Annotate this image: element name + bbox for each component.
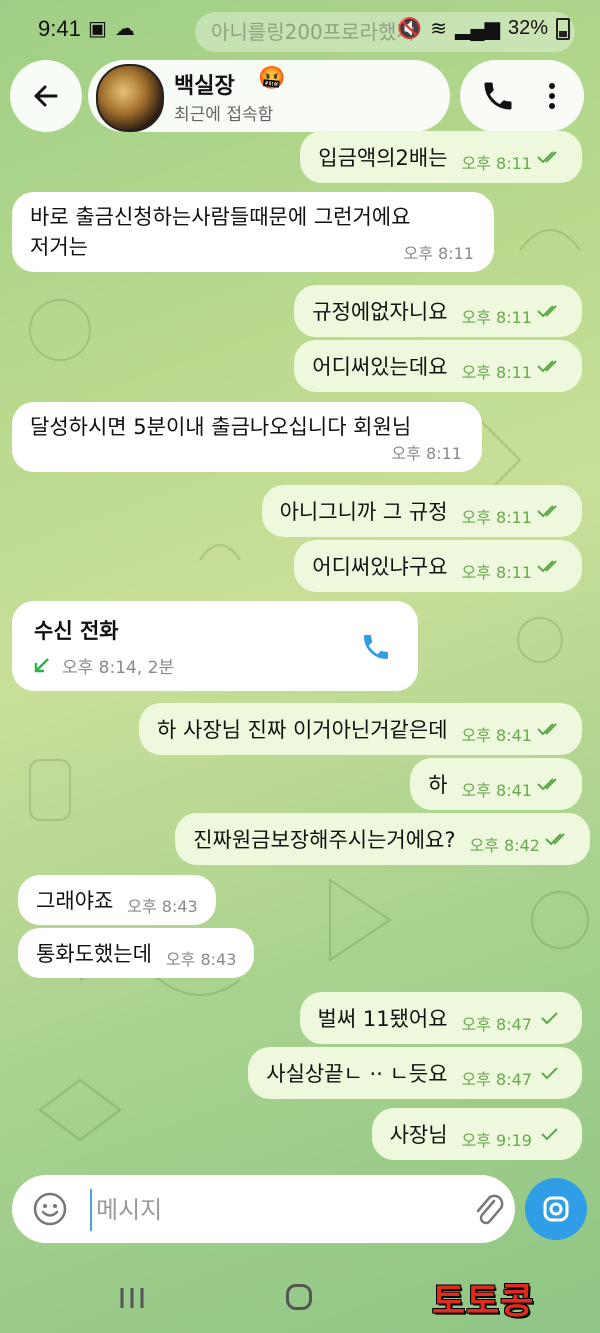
message-time: 오후 8:42: [469, 836, 540, 855]
more-vert-icon[interactable]: [540, 78, 564, 114]
message-text: 진짜원금보장해주시는거에요?: [193, 828, 456, 852]
outgoing-message[interactable]: 하 사장님 진짜 이거아닌거같은데 오후 8:41: [139, 703, 582, 755]
avatar[interactable]: [96, 64, 164, 132]
read-checks-icon: [537, 360, 557, 373]
message-text: 하: [428, 773, 448, 797]
contact-name: 백실장: [174, 74, 235, 99]
contact-header[interactable]: 백실장 🤬 최근에 접속함: [88, 60, 450, 132]
message-time: 오후 8:41: [461, 726, 532, 745]
outgoing-message[interactable]: 어디써있는데요 오후 8:11: [294, 340, 582, 392]
read-checks-icon: [537, 151, 557, 164]
call-back-phone-icon[interactable]: [360, 631, 392, 663]
battery-percent: 32%: [507, 17, 548, 39]
contact-status: 최근에 접속함: [174, 105, 274, 125]
message-text: 통화도했는데: [36, 942, 152, 966]
outgoing-message[interactable]: 하 오후 8:41: [410, 758, 582, 810]
outgoing-message[interactable]: 아니그니까 그 규정 오후 8:11: [261, 485, 582, 537]
camera-icon: [543, 1196, 569, 1222]
message-time: 오후 8:11: [461, 563, 532, 582]
message-time: 오후 8:11: [461, 308, 532, 327]
read-checks-icon: [537, 305, 557, 318]
message-text: 달성하시면 5분이내 출금나오십니다 회원님: [30, 415, 412, 439]
call-meta: 오후 8:14, 2분: [62, 658, 175, 678]
header-actions: [460, 60, 584, 132]
read-checks-icon: [537, 505, 557, 518]
message-time: 오후 8:11: [461, 154, 532, 173]
message-time: 오후 8:47: [461, 1070, 532, 1089]
outgoing-message[interactable]: 사실상끝ㄴ ·· ㄴ듯요 오후 8:47: [248, 1047, 582, 1099]
watermark-logo: 토토콩: [432, 1281, 535, 1322]
signal-icon: ▂▄▆: [455, 18, 500, 40]
message-text: 하 사장님 진짜 이거아닌거같은데: [157, 718, 448, 742]
read-checks-icon: [545, 833, 565, 846]
message-time: 오후 8:43: [165, 950, 237, 969]
read-checks-icon: [537, 560, 557, 573]
message-input[interactable]: [90, 1189, 458, 1231]
incoming-message[interactable]: 달성하시면 5분이내 출금나오십니다 회원님오후 8:11: [12, 402, 482, 472]
read-checks-icon: [537, 723, 557, 736]
outgoing-message[interactable]: 벌써 11됐어요 오후 8:47: [299, 992, 582, 1044]
system-nav-bar: 토토콩: [0, 1262, 600, 1333]
message-text: 입금액의2배는: [318, 146, 448, 170]
outgoing-message[interactable]: 입금액의2배는 오후 8:11: [300, 131, 582, 183]
camera-button[interactable]: [525, 1178, 587, 1240]
outgoing-message[interactable]: 규정에없자니요 오후 8:11: [294, 285, 582, 337]
message-text: 아니그니까 그 규정: [279, 500, 448, 524]
read-checks-icon: [537, 778, 557, 791]
message-time: 오후 8:11: [403, 244, 474, 263]
message-time: 오후 8:11: [391, 444, 462, 463]
paperclip-icon[interactable]: [470, 1189, 506, 1229]
sent-check-icon: [541, 1012, 558, 1025]
incoming-message[interactable]: 바로 출금신청하는사람들때문에 그런거에요 저거는 오후 8:11: [12, 192, 494, 272]
emoji-icon[interactable]: [32, 1191, 68, 1227]
cloud-icon: ☁: [114, 16, 135, 40]
sent-check-icon: [541, 1067, 558, 1080]
back-button[interactable]: [10, 60, 82, 132]
message-time: 오후 8:41: [461, 781, 532, 800]
call-title: 수신 전화: [34, 619, 119, 643]
incoming-call-bubble[interactable]: 수신 전화오후 8:14, 2분: [12, 601, 418, 691]
battery-icon: [556, 17, 570, 40]
message-text: 그래야죠: [36, 889, 114, 913]
status-bar: 9:41 ▣ ☁ 아니를링200프로라했지 🔇 ≋ ▂▄▆ 32%: [0, 0, 600, 58]
wifi-icon: ≋: [430, 18, 448, 40]
message-text: 규정에없자니요: [312, 300, 448, 324]
home-icon[interactable]: [286, 1284, 312, 1310]
gallery-icon: ▣: [88, 16, 107, 40]
incoming-message[interactable]: 그래야죠 오후 8:43: [18, 875, 216, 925]
message-text: 사실상끝ㄴ ·· ㄴ듯요: [266, 1062, 448, 1086]
back-arrow-icon: [34, 85, 58, 107]
outgoing-message[interactable]: 사장님 오후 9:19: [371, 1108, 582, 1160]
message-time: 오후 8:11: [461, 363, 532, 382]
message-time: 오후 8:47: [461, 1015, 532, 1034]
status-time: 9:41: [38, 16, 81, 41]
mute-icon: 🔇: [397, 18, 423, 40]
outgoing-message[interactable]: 어디써있냐구요 오후 8:11: [294, 540, 582, 592]
message-text: 벌써 11됐어요: [317, 1007, 448, 1031]
recents-icon[interactable]: [118, 1286, 146, 1310]
message-text: 어디써있냐구요: [312, 555, 448, 579]
message-time: 오후 9:19: [461, 1131, 532, 1150]
message-text: 사장님: [389, 1123, 448, 1147]
sent-check-icon: [541, 1128, 558, 1141]
message-time: 오후 8:11: [461, 508, 532, 527]
message-text: 어디써있는데요: [312, 355, 448, 379]
message-composer: [12, 1175, 515, 1243]
angry-face-icon: 🤬: [258, 66, 286, 91]
phone-icon[interactable]: [480, 78, 516, 114]
message-time: 오후 8:43: [127, 897, 198, 916]
incoming-arrow-icon: [34, 658, 49, 673]
incoming-message[interactable]: 통화도했는데 오후 8:43: [18, 928, 255, 978]
outgoing-message[interactable]: 진짜원금보장해주시는거에요? 오후 8:42: [175, 813, 590, 865]
